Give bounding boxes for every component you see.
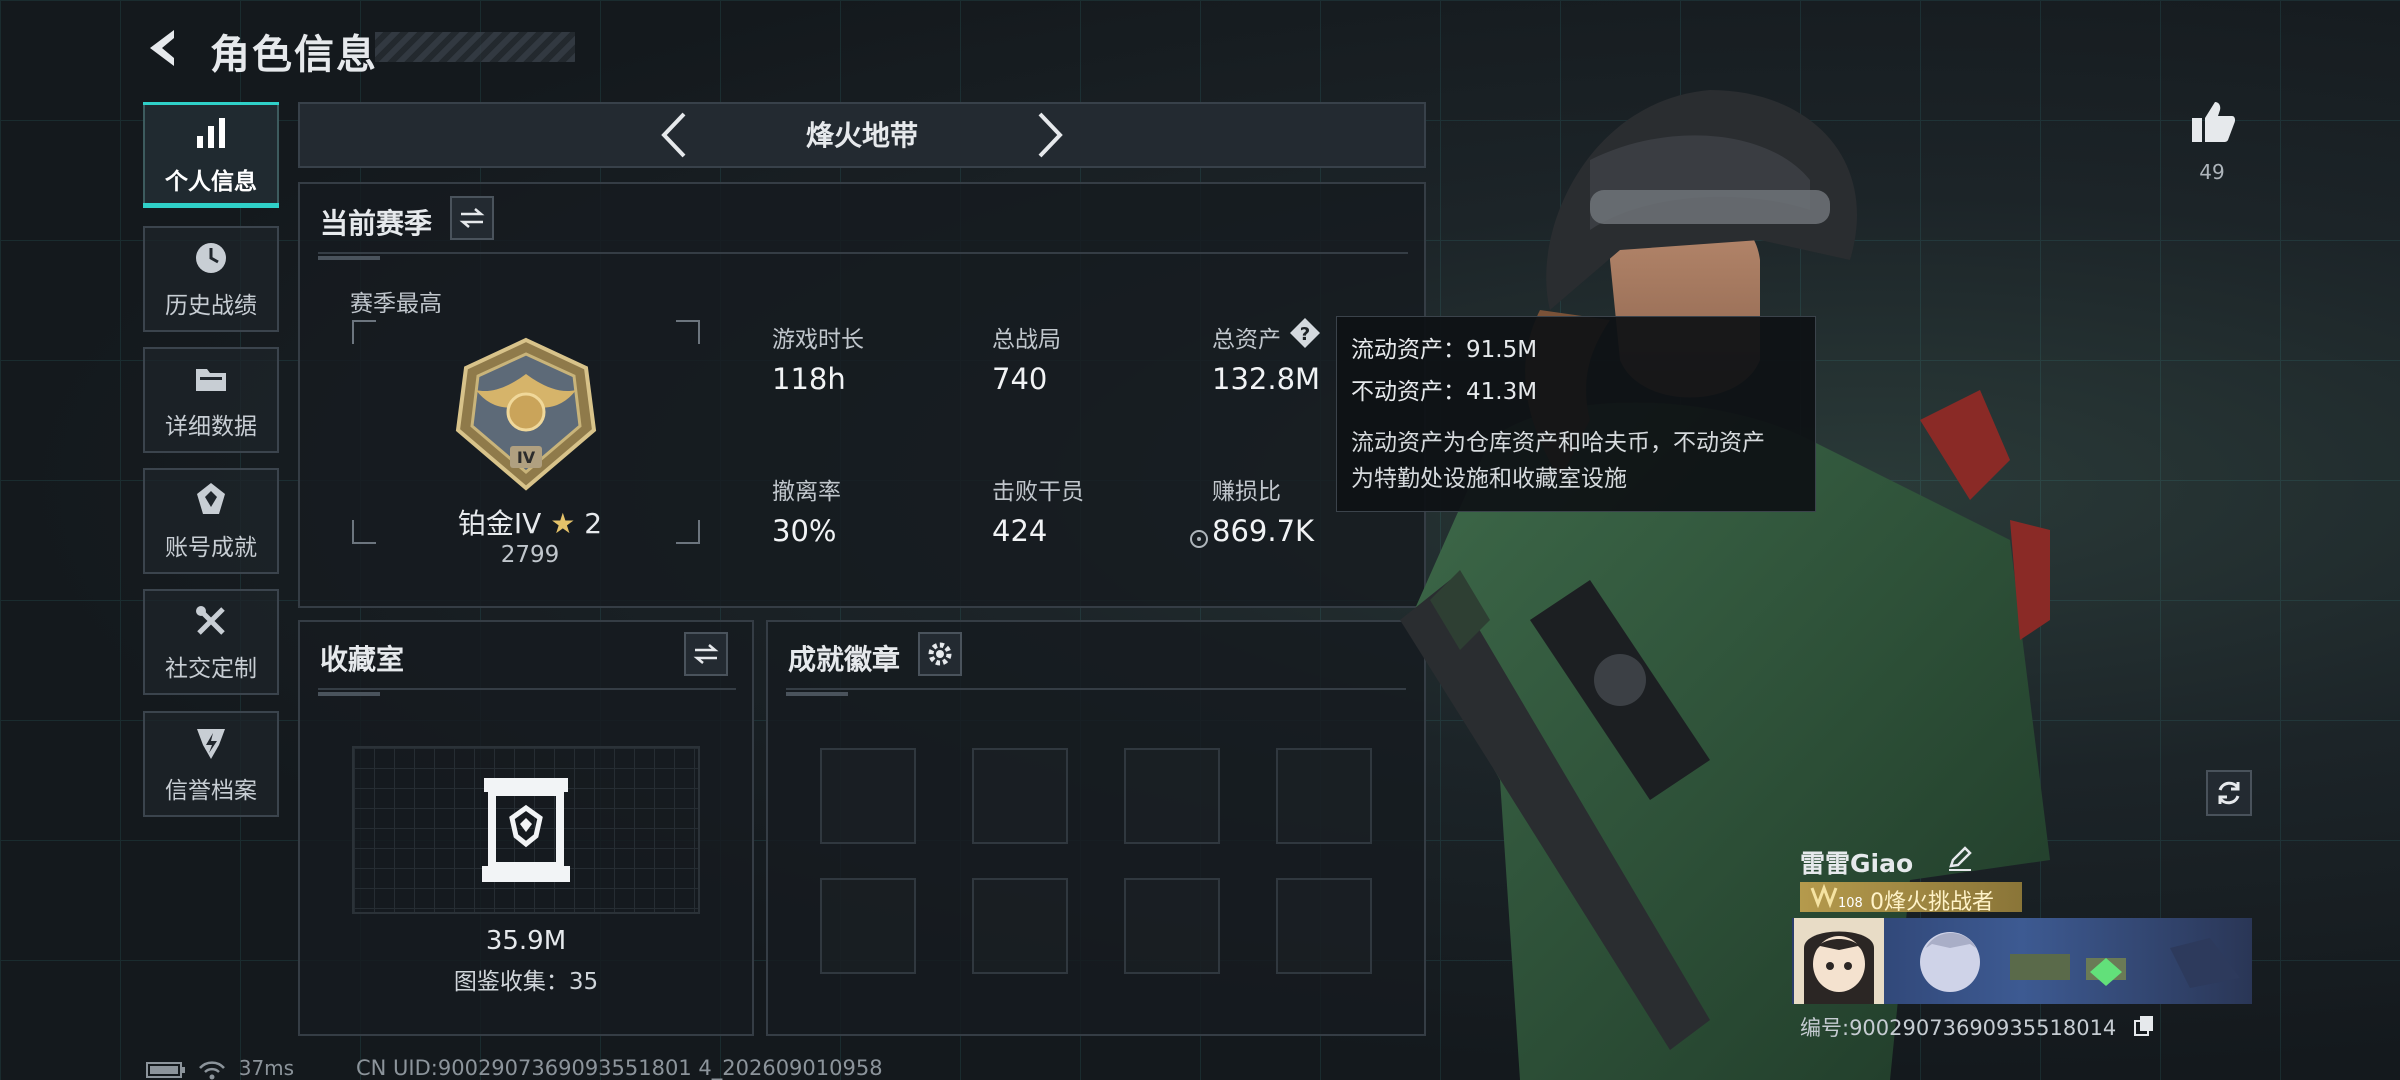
season-switch-button[interactable] — [450, 196, 494, 240]
collection-switch-button[interactable] — [684, 632, 728, 676]
achievement-slot[interactable] — [972, 878, 1068, 974]
sidebar-item-label: 信誉档案 — [165, 778, 257, 804]
season-best-label: 赛季最高 — [350, 291, 442, 317]
player-level: 108 — [1838, 896, 1863, 911]
frame-corner — [676, 320, 700, 344]
achievements-title: 成就徽章 — [788, 643, 901, 676]
copy-uid-button[interactable] — [2132, 1012, 2156, 1036]
edit-name-button[interactable] — [1946, 844, 1974, 872]
rank-name: 铂金IV — [457, 507, 542, 540]
wifi-icon — [199, 1060, 226, 1079]
tooltip-desc-line: 为特勤处设施和收藏室设施 — [1351, 466, 1627, 492]
like-button[interactable] — [2188, 98, 2238, 148]
sidebar-item-label: 历史战绩 — [165, 293, 257, 319]
chevron-left-icon — [661, 112, 686, 158]
like-count: 49 — [2199, 160, 2225, 184]
tooltip-desc-line: 流动资产为仓库资产和哈夫币，不动资产 — [1351, 430, 1765, 456]
tooltip-fixed-assets: 不动资产：41.3M — [1351, 379, 1538, 405]
mode-next-button[interactable] — [1032, 110, 1068, 160]
season-divider — [318, 252, 1408, 254]
sidebar-item-personal-info[interactable]: 个人信息 — [143, 102, 279, 208]
chevron-right-icon — [1038, 112, 1063, 158]
rank-roman-text: IV — [517, 448, 536, 467]
achievements-divider-accent — [786, 692, 848, 696]
mode-name: 烽火地带 — [805, 119, 918, 152]
stat-value-total-matches: 740 — [992, 362, 1048, 396]
page-title: 角色信息 — [210, 32, 378, 78]
refresh-button[interactable] — [2206, 770, 2252, 816]
sidebar-item-credit-record[interactable]: 信誉档案 — [143, 711, 279, 817]
stat-label-kills: 击败干员 — [992, 479, 1084, 505]
credit-shield-icon — [197, 729, 225, 759]
history-clock-icon — [196, 243, 226, 273]
bar-chart-icon — [197, 118, 225, 148]
asset-tooltip: 流动资产：91.5M 不动资产：41.3M 流动资产为仓库资产和哈夫币，不动资产… — [1336, 316, 1816, 512]
swap-icon — [693, 644, 719, 664]
display-case-icon — [482, 778, 570, 882]
back-arrow-icon — [150, 30, 174, 66]
achievement-slot[interactable] — [1124, 878, 1220, 974]
achievements-settings-button[interactable] — [918, 632, 962, 676]
collection-title: 收藏室 — [320, 643, 405, 676]
achievement-slot[interactable] — [820, 748, 916, 844]
collection-count: 图鉴收集：35 — [453, 969, 599, 995]
stat-label-profit-ratio: 赚损比 — [1212, 479, 1281, 505]
star-icon: ★ — [550, 507, 576, 540]
stat-label-total-matches: 总战局 — [992, 327, 1061, 353]
pencil-icon — [1949, 846, 1972, 871]
achievement-slot[interactable] — [1124, 748, 1220, 844]
achievement-slot[interactable] — [972, 748, 1068, 844]
sidebar-item-label: 社交定制 — [165, 656, 257, 682]
season-title: 当前赛季 — [320, 207, 433, 240]
frame-corner — [352, 320, 376, 344]
folder-icon — [196, 369, 226, 391]
sidebar-item-label: 个人信息 — [165, 169, 257, 195]
stat-value-kills: 424 — [992, 514, 1048, 548]
rank-score: 2799 — [500, 542, 560, 568]
banner-art — [1920, 932, 2240, 992]
frame-corner — [352, 520, 376, 544]
refresh-icon — [2218, 781, 2240, 805]
tooltip-liquid-assets: 流动资产：91.5M — [1351, 337, 1538, 363]
target-crosshair-icon — [1188, 528, 1210, 550]
stat-value-playtime: 118h — [772, 362, 846, 396]
status-bar: 37ms — [146, 1056, 294, 1080]
stat-label-playtime: 游戏时长 — [772, 327, 864, 353]
sidebar-item-history[interactable]: 历史战绩 — [143, 226, 279, 332]
back-button[interactable] — [140, 24, 188, 72]
tools-icon — [196, 606, 225, 635]
rank-stars: 2 — [584, 507, 603, 540]
sidebar-item-label: 账号成就 — [165, 535, 257, 561]
player-title-text: 0烽火挑战者 — [1870, 890, 1994, 915]
player-name: 雷雷Giao — [1800, 849, 1914, 878]
rank-emblem-icon: IV — [455, 337, 597, 491]
thumbs-up-icon — [2192, 102, 2236, 142]
swap-icon — [459, 208, 485, 228]
player-uid: 编号:900290736909355180​14 — [1800, 1016, 2117, 1040]
stat-value-extract-rate: 30% — [772, 514, 837, 548]
collection-divider — [318, 688, 736, 690]
title-decoration — [375, 32, 575, 62]
collection-divider-accent — [318, 692, 380, 696]
achievement-icon — [197, 483, 225, 514]
frame-corner — [676, 520, 700, 544]
footer-uid: CN UID:9002907369093551801 4_20260901095… — [356, 1056, 883, 1080]
ping-value: 37ms — [238, 1056, 295, 1080]
avatar[interactable] — [1794, 918, 1884, 1004]
mode-prev-button[interactable] — [656, 110, 692, 160]
sidebar-item-label: 详细数据 — [165, 414, 257, 440]
copy-icon — [2134, 1016, 2153, 1036]
sidebar-item-account-achievements[interactable]: 账号成就 — [143, 468, 279, 574]
collection-value: 35.9M — [485, 926, 567, 956]
sidebar-item-social-custom[interactable]: 社交定制 — [143, 589, 279, 695]
gear-icon — [928, 642, 952, 666]
tooltip-description: 流动资产为仓库资产和哈夫币，不动资产 为特勤处设施和收藏室设施 — [1351, 425, 1801, 497]
rank-line: 铂金IV ★ 2 — [450, 502, 610, 542]
sidebar-item-detail-data[interactable]: 详细数据 — [143, 347, 279, 453]
stat-label-total-assets: 总资产 — [1212, 327, 1281, 353]
season-divider-accent — [318, 256, 380, 260]
stat-label-extract-rate: 撤离率 — [772, 479, 841, 505]
achievement-slot[interactable] — [820, 878, 916, 974]
battery-icon — [146, 1061, 185, 1078]
